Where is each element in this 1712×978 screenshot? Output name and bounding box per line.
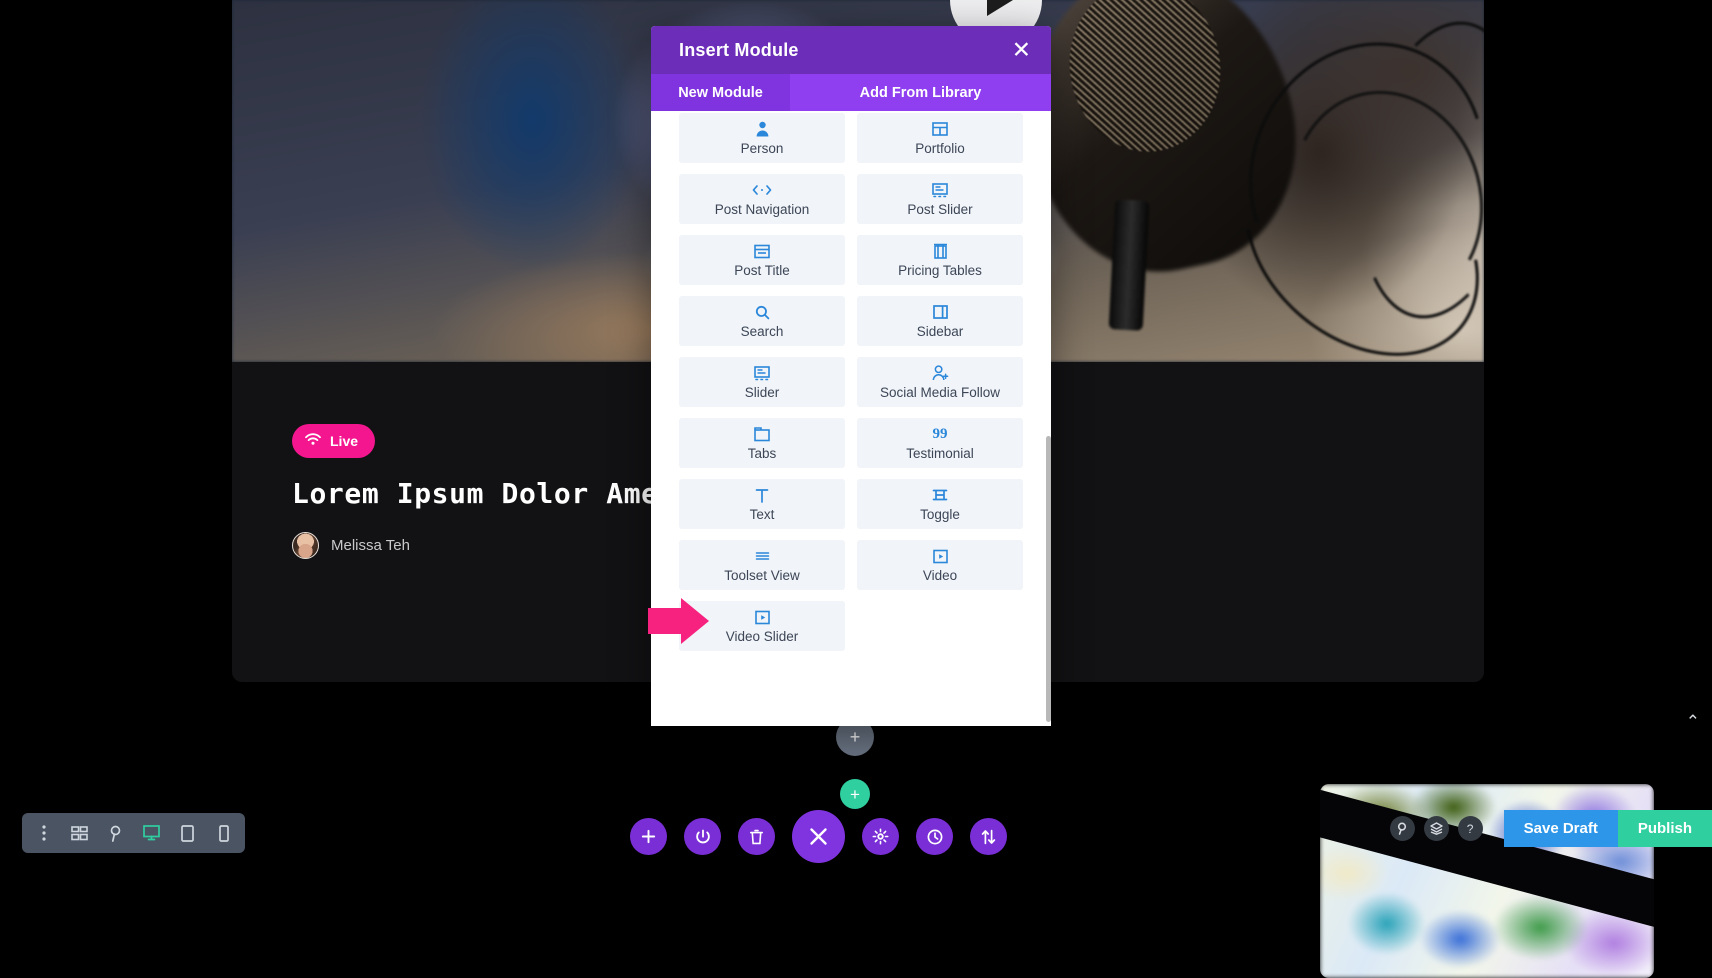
add-section-icon-button[interactable]: [630, 818, 667, 855]
module-tile-sidebar[interactable]: Sidebar: [857, 296, 1023, 346]
close-editor-icon-button[interactable]: [792, 810, 845, 863]
module-label: Search: [741, 324, 784, 339]
module-tile-post-title[interactable]: Post Title: [679, 235, 845, 285]
module-label: Testimonial: [906, 446, 974, 461]
collapse-caret-icon[interactable]: ⌃: [1686, 712, 1700, 732]
byline: Melissa Teh: [292, 532, 410, 559]
builder-main-toolbar: [630, 810, 1007, 863]
module-label: Post Slider: [907, 202, 972, 217]
tablet-icon[interactable]: [174, 820, 201, 847]
module-label: Person: [741, 141, 784, 156]
module-tile-video[interactable]: Video: [857, 540, 1023, 590]
author-name: Melissa Teh: [331, 537, 410, 554]
arrow-shaft: [648, 608, 684, 634]
modal-tabs: New Module Add From Library: [651, 74, 1051, 111]
module-label: Video: [923, 568, 957, 583]
sidebar-icon: [933, 304, 948, 321]
post-title-icon: [754, 243, 770, 260]
module-tile-social-media-follow[interactable]: Social Media Follow: [857, 357, 1023, 407]
add-section-button[interactable]: +: [840, 779, 870, 809]
search-icon: [755, 304, 770, 321]
publish-button[interactable]: Publish: [1618, 810, 1712, 847]
desktop-icon[interactable]: [138, 820, 165, 847]
avatar: [292, 532, 319, 559]
modal-body: Person Portfolio Post Navigation: [651, 111, 1051, 726]
module-tile-slider[interactable]: Slider: [679, 357, 845, 407]
module-tile-text[interactable]: Text: [679, 479, 845, 529]
person-add-icon: [932, 365, 949, 382]
trash-icon-button[interactable]: [738, 818, 775, 855]
status-badge-label: Live: [330, 433, 358, 449]
slider-icon: [754, 365, 770, 382]
pricing-box-icon: [933, 243, 948, 260]
module-label: Tabs: [748, 446, 777, 461]
power-icon-button[interactable]: [684, 818, 721, 855]
module-label: Toolset View: [724, 568, 800, 583]
grid-icon: [932, 121, 948, 138]
module-tile-testimonial[interactable]: 99 Testimonial: [857, 418, 1023, 468]
person-icon: [755, 121, 770, 138]
zoom-icon[interactable]: [102, 820, 129, 847]
module-label: Video Slider: [726, 629, 799, 644]
wireframe-icon[interactable]: [66, 820, 93, 847]
module-label: Social Media Follow: [880, 385, 1000, 400]
module-tile-person[interactable]: Person: [679, 113, 845, 163]
tab-new-module[interactable]: New Module: [651, 74, 790, 111]
plus-icon: +: [850, 727, 861, 748]
plus-icon: +: [850, 786, 860, 803]
module-label: Post Navigation: [715, 202, 810, 217]
post-slider-icon: [932, 182, 948, 199]
module-tile-toggle[interactable]: Toggle: [857, 479, 1023, 529]
status-badge: Live: [292, 424, 375, 458]
tab-add-from-library[interactable]: Add From Library: [790, 74, 1051, 111]
toggle-icon: [932, 487, 948, 504]
module-label: Sidebar: [917, 324, 964, 339]
modal-scrollbar[interactable]: [1046, 436, 1051, 722]
modal-header: Insert Module ✕: [651, 26, 1051, 74]
search-icon[interactable]: [1390, 816, 1415, 841]
microphone-stem: [1109, 199, 1150, 331]
layers-icon[interactable]: [1424, 816, 1449, 841]
code-arrows-icon: [752, 182, 772, 199]
close-icon[interactable]: ✕: [1012, 39, 1031, 62]
phone-icon[interactable]: [210, 820, 237, 847]
builder-right-toolbar: ? Save Draft Publish: [1390, 810, 1712, 847]
text-t-icon: [755, 487, 769, 504]
module-label: Pricing Tables: [898, 263, 982, 278]
module-grid: Person Portfolio Post Navigation: [679, 111, 1023, 651]
builder-canvas: Live Lorem Ipsum Dolor Amet Sit Melissa …: [0, 0, 1712, 867]
save-draft-button[interactable]: Save Draft: [1504, 810, 1618, 847]
module-label: Portfolio: [915, 141, 965, 156]
module-label: Text: [750, 507, 775, 522]
history-clock-icon-button[interactable]: [916, 818, 953, 855]
list-lines-icon: [755, 548, 770, 565]
play-icon: [987, 0, 1013, 16]
module-tile-pricing-tables[interactable]: Pricing Tables: [857, 235, 1023, 285]
module-label: Toggle: [920, 507, 960, 522]
settings-gear-icon-button[interactable]: [862, 818, 899, 855]
tabs-icon: [754, 426, 770, 443]
module-label: Slider: [745, 385, 780, 400]
module-tile-search[interactable]: Search: [679, 296, 845, 346]
wifi-icon: [305, 433, 321, 449]
insert-module-modal: Insert Module ✕ New Module Add From Libr…: [651, 26, 1051, 726]
quote-icon: 99: [933, 426, 948, 443]
module-tile-toolset-view[interactable]: Toolset View: [679, 540, 845, 590]
module-tile-post-navigation[interactable]: Post Navigation: [679, 174, 845, 224]
arrow-head-icon: [681, 598, 709, 644]
video-icon: [933, 548, 948, 565]
sort-updown-icon-button[interactable]: [970, 818, 1007, 855]
video-slider-icon: [755, 609, 770, 626]
modal-title: Insert Module: [679, 40, 799, 61]
module-tile-portfolio[interactable]: Portfolio: [857, 113, 1023, 163]
viewport-toolbar: [22, 813, 245, 853]
module-tile-post-slider[interactable]: Post Slider: [857, 174, 1023, 224]
more-options-icon[interactable]: [30, 820, 57, 847]
help-icon[interactable]: ?: [1458, 816, 1483, 841]
module-tile-tabs[interactable]: Tabs: [679, 418, 845, 468]
save-publish-group: Save Draft Publish: [1504, 810, 1712, 847]
module-label: Post Title: [734, 263, 790, 278]
